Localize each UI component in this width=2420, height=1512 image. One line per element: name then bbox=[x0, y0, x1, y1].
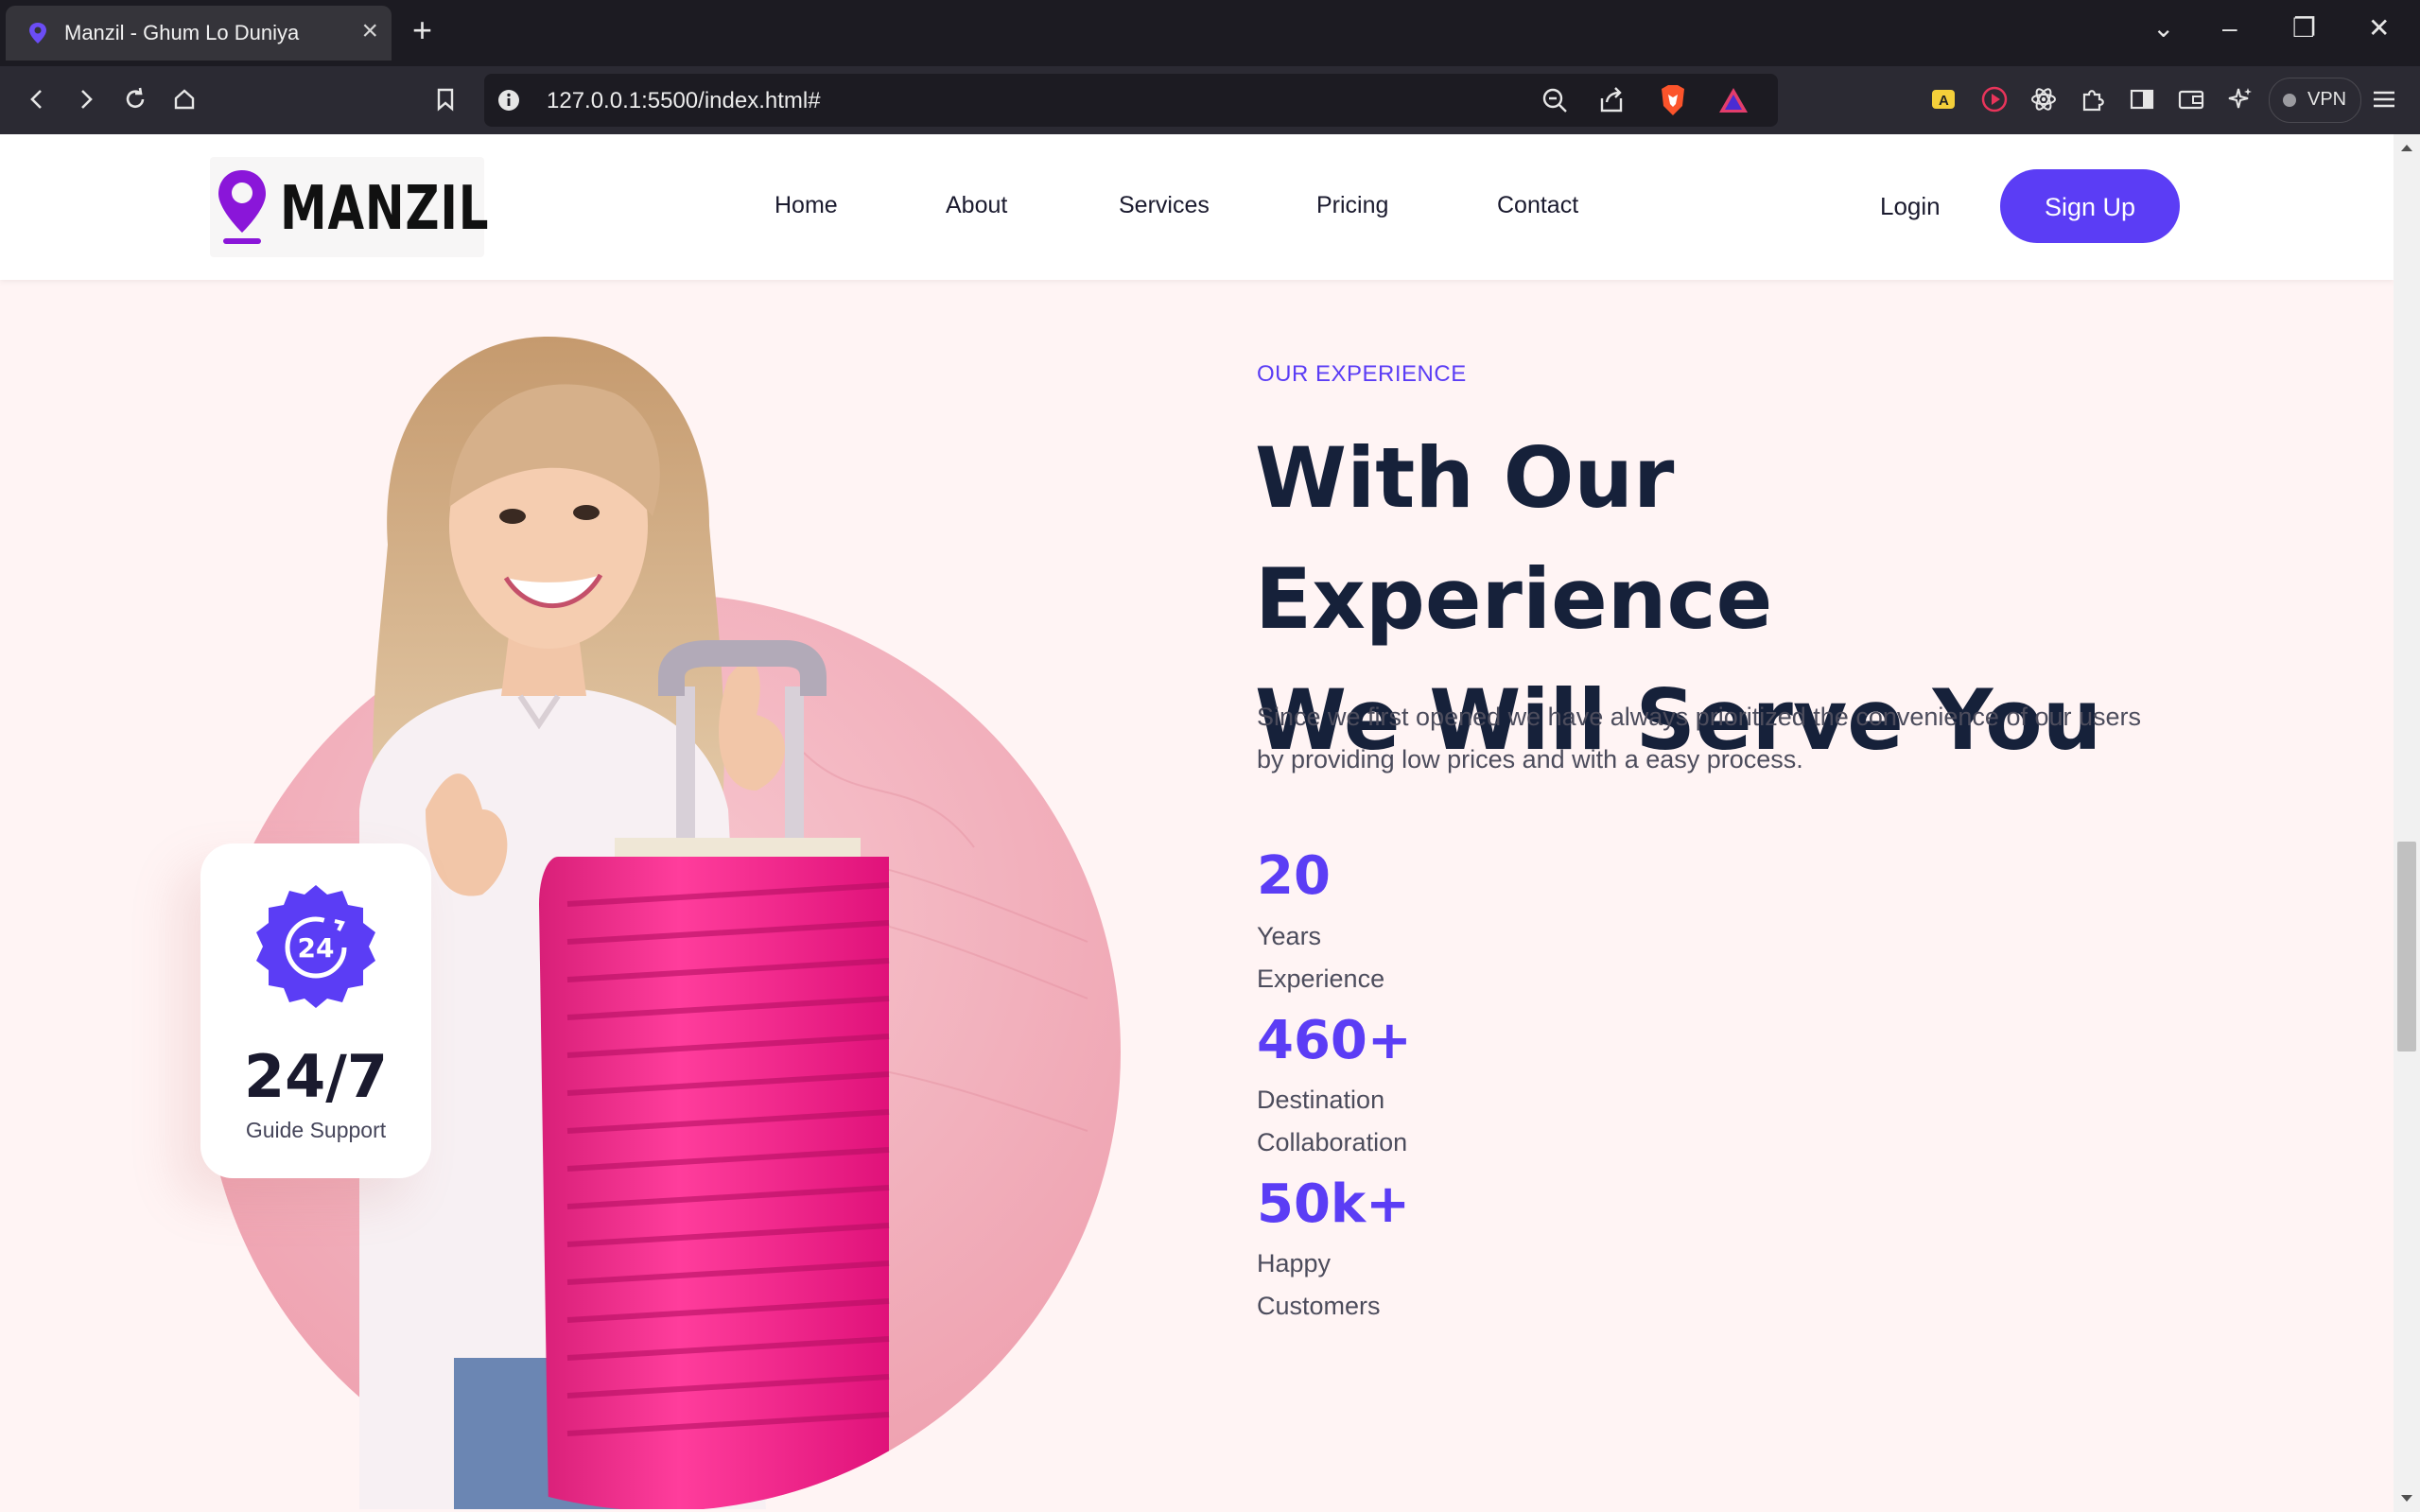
nav-about[interactable]: About bbox=[946, 192, 1007, 219]
wallet-icon[interactable] bbox=[2175, 83, 2207, 115]
minimize-icon[interactable]: – bbox=[2222, 13, 2237, 43]
nav-services[interactable]: Services bbox=[1119, 192, 1210, 219]
share-icon[interactable] bbox=[1596, 85, 1627, 115]
browser-tab[interactable]: Manzil - Ghum Lo Duniya × bbox=[6, 6, 392, 61]
stat-label-line: Collaboration bbox=[1257, 1128, 1408, 1156]
vpn-status-icon bbox=[2283, 94, 2296, 107]
extensions-puzzle-icon[interactable] bbox=[2077, 83, 2109, 115]
leo-ai-icon[interactable] bbox=[2224, 83, 2256, 115]
nav-contact[interactable]: Contact bbox=[1497, 192, 1578, 219]
nav-pricing[interactable]: Pricing bbox=[1316, 192, 1388, 219]
svg-text:A: A bbox=[1939, 93, 1949, 109]
forward-icon[interactable] bbox=[70, 83, 102, 115]
scroll-up-icon[interactable] bbox=[2399, 142, 2414, 153]
sidebar-icon[interactable] bbox=[2126, 83, 2158, 115]
stat-label-destinations: Destination Collaboration bbox=[1257, 1079, 1503, 1164]
restore-icon[interactable]: ❐ bbox=[2292, 13, 2316, 43]
web-page: MANZIL Home About Services Pricing Conta… bbox=[0, 134, 2394, 1512]
headline-line-1: With Our Experience bbox=[1255, 429, 1773, 648]
reload-icon[interactable] bbox=[119, 83, 151, 115]
stat-number-destinations: 460+ bbox=[1257, 1010, 1412, 1071]
signup-button[interactable]: Sign Up bbox=[2000, 169, 2180, 243]
vpn-button[interactable]: VPN bbox=[2269, 78, 2361, 123]
section-eyebrow: OUR EXPERIENCE bbox=[1257, 361, 1467, 387]
stat-label-line: Happy bbox=[1257, 1249, 1332, 1277]
stat-label-customers: Happy Customers bbox=[1257, 1243, 1503, 1328]
stat-label-line: Years bbox=[1257, 922, 1322, 950]
extension-record-icon[interactable] bbox=[1978, 83, 2011, 115]
stat-label-line: Experience bbox=[1257, 965, 1385, 993]
badge-icon-text: 24 bbox=[298, 932, 335, 964]
stat-label-years: Years Experience bbox=[1257, 915, 1503, 1000]
scrollbar-thumb[interactable] bbox=[2397, 842, 2416, 1051]
menu-icon[interactable] bbox=[2368, 83, 2400, 115]
badge-number: 24/7 bbox=[243, 1042, 389, 1111]
site-info-icon[interactable] bbox=[496, 87, 522, 113]
site-header: MANZIL Home About Services Pricing Conta… bbox=[0, 134, 2394, 280]
home-icon[interactable] bbox=[168, 83, 200, 115]
stat-number-years: 20 bbox=[1257, 845, 1331, 907]
tab-title: Manzil - Ghum Lo Duniya bbox=[64, 21, 300, 44]
location-pin-icon bbox=[218, 170, 266, 244]
extension-a-icon[interactable]: A bbox=[1927, 83, 1959, 115]
url-text: 127.0.0.1:5500/index.html# bbox=[547, 88, 821, 113]
stat-label-line: Destination bbox=[1257, 1086, 1385, 1114]
vpn-label: VPN bbox=[2307, 89, 2347, 110]
site-logo[interactable]: MANZIL bbox=[210, 157, 489, 257]
bookmark-icon[interactable] bbox=[429, 83, 461, 115]
close-window-icon[interactable]: ✕ bbox=[2368, 13, 2390, 43]
address-bar[interactable]: 127.0.0.1:5500/index.html# bbox=[484, 74, 1778, 127]
scroll-down-icon[interactable] bbox=[2399, 1493, 2414, 1504]
support-badge-card: 24 24/7 Guide Support bbox=[200, 843, 431, 1178]
support-24-icon: 24 bbox=[256, 885, 375, 1008]
stat-label-line: Customers bbox=[1257, 1292, 1381, 1320]
zoom-icon[interactable] bbox=[1540, 85, 1570, 115]
browser-tabbar: Manzil - Ghum Lo Duniya × + ⌄ – ❐ ✕ bbox=[0, 0, 2420, 66]
stat-number-customers: 50k+ bbox=[1257, 1173, 1411, 1235]
brave-rewards-icon[interactable] bbox=[1717, 85, 1750, 115]
page-scrollbar[interactable] bbox=[2394, 134, 2420, 1512]
tab-list-chevron-icon[interactable]: ⌄ bbox=[2152, 13, 2174, 43]
nav-home[interactable]: Home bbox=[775, 192, 838, 219]
react-devtools-icon[interactable] bbox=[2028, 83, 2060, 115]
brave-shields-icon[interactable] bbox=[1657, 83, 1689, 117]
new-tab-icon[interactable]: + bbox=[412, 13, 432, 47]
back-icon[interactable] bbox=[21, 83, 53, 115]
login-link[interactable]: Login bbox=[1880, 192, 1941, 221]
tab-close-icon[interactable]: × bbox=[361, 17, 378, 45]
section-description: Since we first opened we have always pri… bbox=[1257, 703, 2142, 773]
browser-toolbar: 127.0.0.1:5500/index.html# A VPN bbox=[0, 66, 2420, 134]
logo-text: MANZIL bbox=[280, 174, 490, 244]
badge-label: Guide Support bbox=[245, 1118, 387, 1142]
site-favicon-icon bbox=[29, 23, 46, 43]
